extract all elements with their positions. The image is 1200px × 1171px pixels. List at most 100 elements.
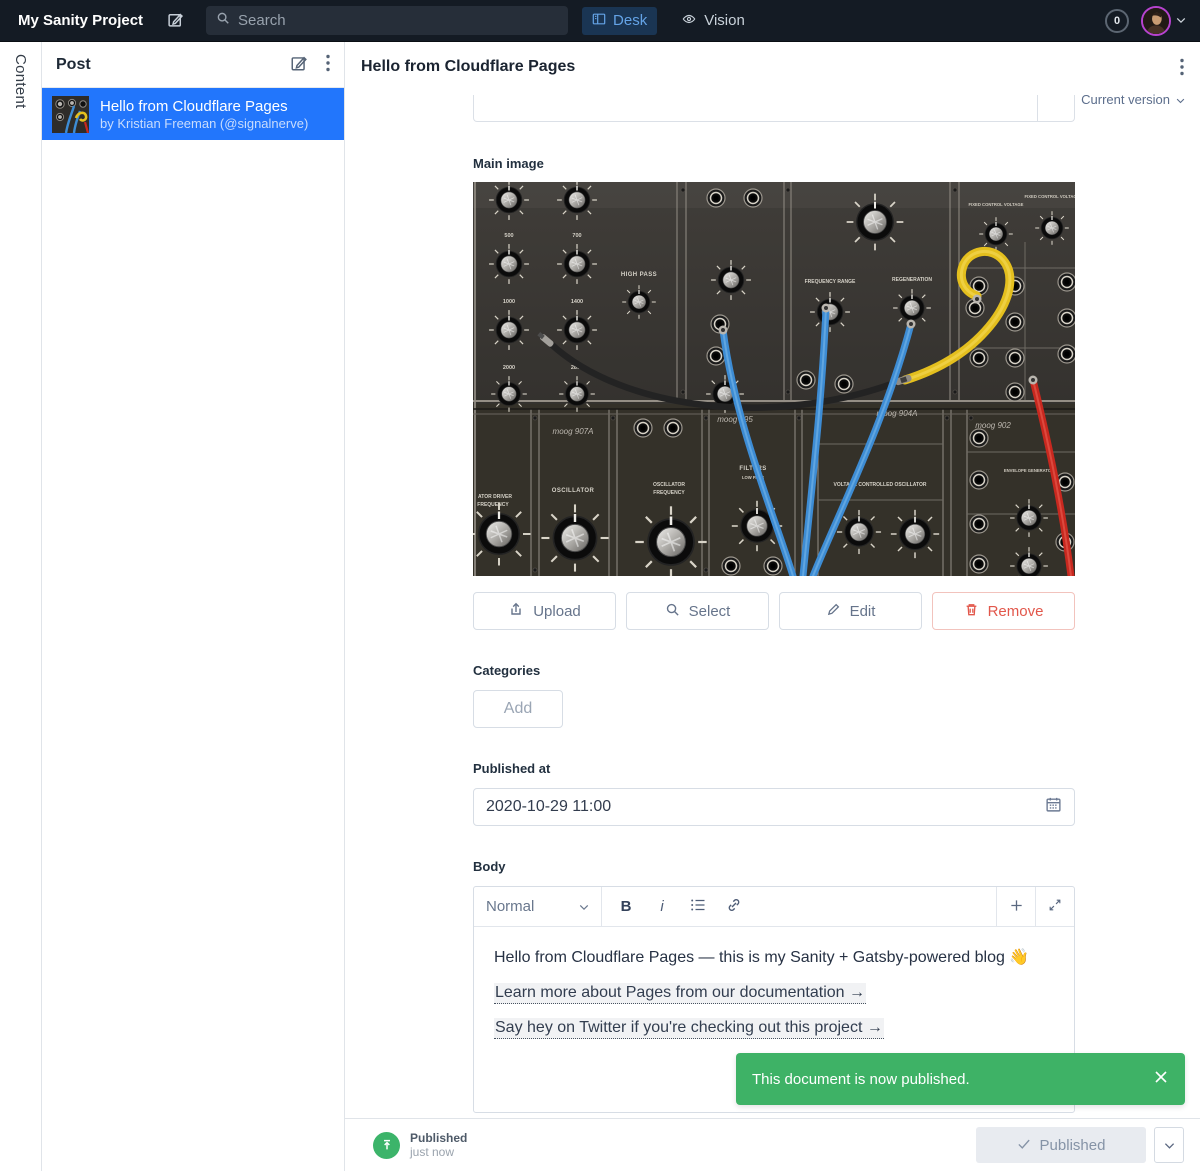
svg-text:VOLTAGE CONTROLLED OSCILLATOR: VOLTAGE CONTROLLED OSCILLATOR — [834, 482, 927, 488]
body-link-twitter[interactable]: Say hey on Twitter if you're checking ou… — [494, 1018, 884, 1039]
body-label: Body — [473, 859, 1075, 876]
image-button-row: Upload Select Edit — [473, 592, 1075, 630]
footer-actions: Published — [976, 1127, 1184, 1163]
main-image-photo: 500 700 1000 1400 2000 2800 HIGH PASS FR… — [473, 182, 1075, 576]
svg-text:moog 907A: moog 907A — [553, 427, 594, 436]
post-item-texts: Hello from Cloudflare Pages by Kristian … — [100, 97, 308, 132]
close-icon — [1153, 1069, 1169, 1089]
document-form: Main image — [473, 95, 1075, 1113]
body-paragraph: Hello from Cloudflare Pages — this is my… — [494, 947, 1054, 967]
chevron-down-icon[interactable] — [1176, 17, 1186, 24]
search-icon — [216, 11, 230, 30]
bold-button[interactable]: B — [610, 887, 642, 926]
version-selector[interactable]: Current version — [1081, 92, 1185, 107]
published-at-input[interactable] — [486, 798, 1045, 816]
add-category-button[interactable]: Add — [473, 690, 563, 728]
chevron-down-icon — [579, 898, 589, 915]
trash-icon — [964, 602, 979, 621]
publish-time: just now — [410, 1145, 467, 1159]
search-icon — [665, 602, 680, 621]
insert-block-button[interactable] — [996, 887, 1035, 926]
svg-text:700: 700 — [572, 233, 581, 239]
document-header: Hello from Cloudflare Pages — [345, 42, 1200, 79]
publish-button[interactable]: Published — [976, 1127, 1146, 1163]
svg-text:REGENERATION: REGENERATION — [892, 277, 932, 283]
slug-field-partial[interactable] — [473, 95, 1075, 122]
list-item-post[interactable]: Hello from Cloudflare Pages by Kristian … — [42, 88, 344, 140]
categories-label: Categories — [473, 663, 1075, 680]
document-pane: Hello from Cloudflare Pages Current vers… — [345, 42, 1200, 1171]
project-title: My Sanity Project — [18, 12, 143, 29]
compose-icon — [167, 11, 184, 31]
content-rail[interactable]: Content — [0, 42, 42, 1171]
bullet-list-button[interactable] — [682, 887, 714, 926]
rail-label: Content — [12, 54, 29, 109]
notifications-badge[interactable]: 0 — [1105, 9, 1129, 33]
style-select[interactable]: Normal — [474, 887, 602, 926]
fullscreen-button[interactable] — [1035, 887, 1074, 926]
editor-toolbar: Normal B i — [474, 887, 1074, 927]
publish-toast: This document is now published. — [736, 1053, 1185, 1105]
svg-text:ENVELOPE GENERATOR: ENVELOPE GENERATOR — [1004, 468, 1054, 473]
toast-close-button[interactable] — [1153, 1069, 1169, 1089]
published-status-icon — [373, 1132, 400, 1159]
svg-text:1400: 1400 — [571, 299, 583, 305]
compose-button[interactable] — [167, 11, 184, 31]
calendar-icon[interactable] — [1045, 796, 1062, 818]
document-title: Hello from Cloudflare Pages — [361, 58, 575, 76]
desk-icon — [592, 12, 606, 30]
svg-text:1000: 1000 — [503, 299, 515, 305]
compose-icon — [290, 54, 308, 75]
tab-desk[interactable]: Desk — [582, 7, 657, 35]
tab-vision[interactable]: Vision — [671, 7, 755, 35]
bullet-list-icon — [690, 898, 706, 916]
search-input-wrap — [206, 6, 568, 35]
document-footer: Published just now Published — [345, 1118, 1200, 1171]
published-at-input-wrap — [473, 788, 1075, 826]
top-navbar: My Sanity Project Desk Vision — [0, 0, 1200, 42]
editor-toolbar-right — [996, 887, 1074, 926]
avatar[interactable] — [1141, 6, 1171, 36]
kebab-icon — [1180, 58, 1184, 79]
editor-content[interactable]: Hello from Cloudflare Pages — this is my… — [474, 927, 1074, 1057]
post-list-pane: Post — [42, 42, 345, 1171]
body-link-docs[interactable]: Learn more about Pages from our document… — [494, 983, 866, 1004]
format-buttons: B i — [602, 887, 750, 926]
svg-text:FREQUENCY RANGE: FREQUENCY RANGE — [805, 279, 856, 285]
svg-text:ATOR DRIVER: ATOR DRIVER — [478, 494, 512, 500]
publish-menu-button[interactable] — [1154, 1127, 1184, 1163]
svg-text:2000: 2000 — [503, 365, 515, 371]
select-button[interactable]: Select — [626, 592, 769, 630]
eye-icon — [681, 12, 697, 30]
chevron-down-icon — [1176, 92, 1185, 107]
edit-button[interactable]: Edit — [779, 592, 922, 630]
nav-right: 0 — [1105, 6, 1186, 36]
search-input[interactable] — [238, 12, 558, 29]
svg-text:OSCILLATOR: OSCILLATOR — [653, 482, 685, 488]
post-item-subtitle: by Kristian Freeman (@signalnerve) — [100, 116, 308, 132]
main-layout: Content Post — [0, 42, 1200, 1171]
link-button[interactable] — [718, 887, 750, 926]
chevron-down-icon — [1164, 1138, 1175, 1153]
plus-icon — [1009, 898, 1024, 916]
upload-button[interactable]: Upload — [473, 592, 616, 630]
published-at-label: Published at — [473, 761, 1075, 778]
upload-icon — [508, 601, 524, 621]
publish-status: Published — [410, 1131, 467, 1145]
publish-status-texts: Published just now — [410, 1131, 467, 1159]
italic-button[interactable]: i — [646, 887, 678, 926]
svg-text:OSCILLATOR: OSCILLATOR — [552, 488, 595, 494]
svg-text:FREQUENCY: FREQUENCY — [653, 490, 685, 496]
main-image-label: Main image — [473, 156, 1075, 173]
remove-button[interactable]: Remove — [932, 592, 1075, 630]
toast-message: This document is now published. — [752, 1071, 970, 1088]
post-item-title: Hello from Cloudflare Pages — [100, 97, 308, 116]
expand-icon — [1048, 898, 1062, 915]
document-menu-button[interactable] — [1180, 58, 1184, 79]
post-thumbnail — [52, 96, 89, 133]
kebab-icon — [326, 54, 330, 75]
svg-text:500: 500 — [504, 233, 513, 239]
svg-text:HIGH PASS: HIGH PASS — [621, 272, 657, 278]
pane-menu-button[interactable] — [326, 54, 330, 75]
new-document-button[interactable] — [290, 54, 308, 75]
